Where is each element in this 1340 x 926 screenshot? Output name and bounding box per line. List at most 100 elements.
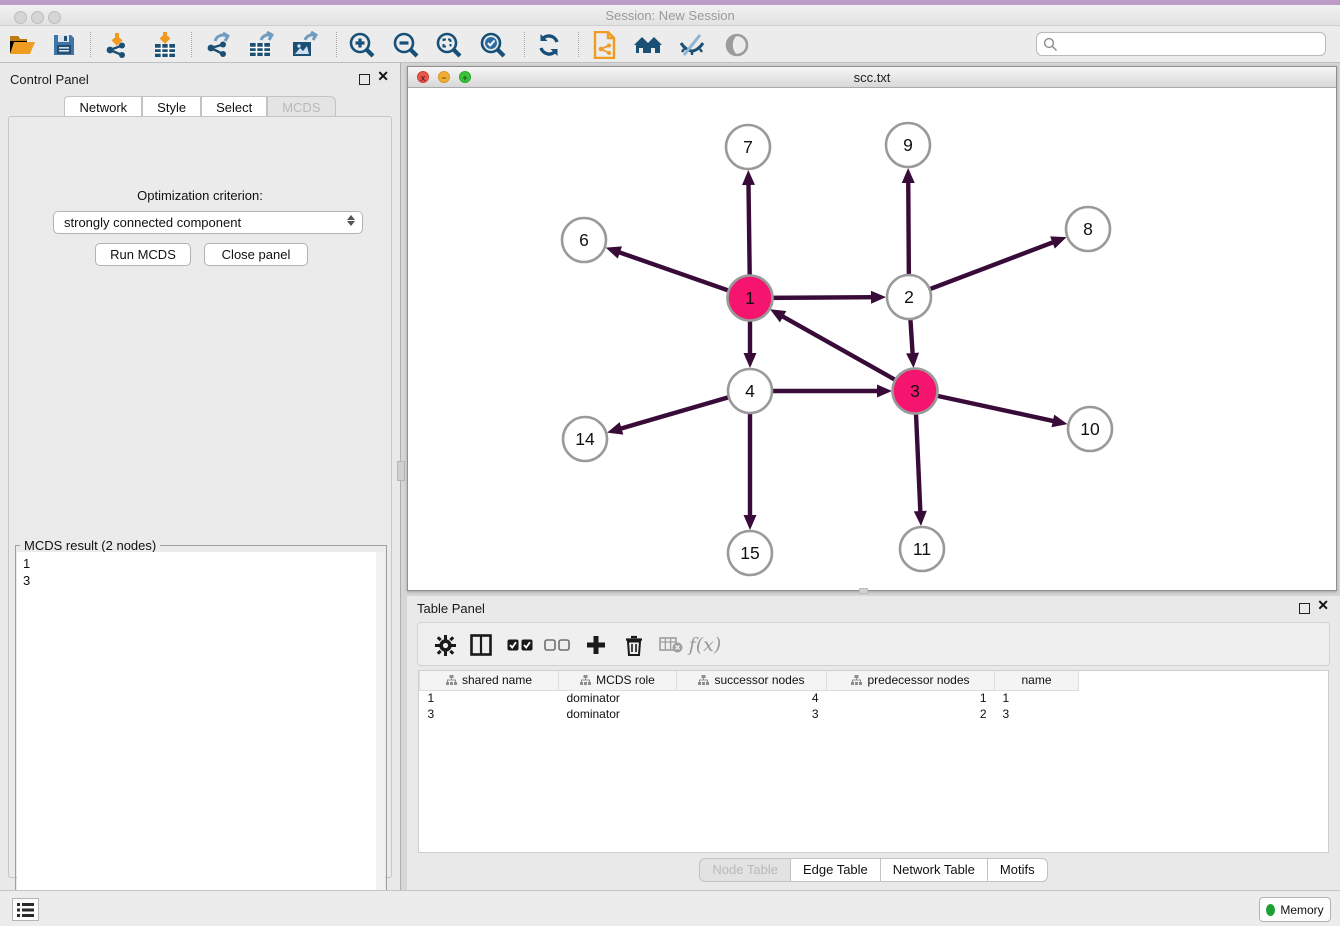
edge-arrowhead [1050, 236, 1066, 248]
node-table: shared nameMCDS rolesuccessor nodesprede… [418, 670, 1329, 853]
eye-disabled-icon[interactable] [720, 29, 754, 60]
task-history-button[interactable] [12, 898, 39, 921]
mcds-tab-content: Optimization criterion: strongly connect… [8, 116, 392, 878]
table-row[interactable]: 3dominator323 [420, 706, 1079, 722]
network-canvas[interactable]: 1234678910111415 [408, 89, 1336, 590]
graph-edge-2-8[interactable] [928, 241, 1056, 289]
table-cell[interactable]: 3 [995, 706, 1079, 722]
column-header-successor-nodes[interactable]: successor nodes [677, 671, 827, 690]
edge-arrowhead [906, 353, 919, 368]
hide-eye-icon[interactable] [675, 29, 709, 60]
graph-node-label: 14 [575, 429, 595, 449]
search-input[interactable] [1058, 34, 1325, 54]
close-panel-icon[interactable]: ✕ [377, 71, 389, 82]
table-cell[interactable]: 2 [827, 706, 995, 722]
column-header-shared-name[interactable]: shared name [420, 671, 559, 690]
graph-node-label: 10 [1080, 419, 1100, 439]
memory-status-icon [1266, 904, 1275, 916]
column-header-name[interactable]: name [995, 671, 1079, 690]
criterion-select[interactable]: strongly connected component [53, 211, 363, 234]
close-table-panel-icon[interactable]: ✕ [1317, 600, 1329, 611]
search-icon [1043, 37, 1058, 52]
hierarchy-icon [580, 675, 591, 685]
edge-arrowhead [744, 515, 757, 530]
close-panel-button[interactable]: Close panel [204, 243, 308, 266]
vertical-splitter-handle[interactable] [397, 461, 405, 481]
table-delete-icon[interactable] [656, 630, 686, 660]
tab-edge-table[interactable]: Edge Table [790, 858, 880, 882]
edge-arrowhead [877, 385, 892, 398]
function-icon[interactable]: f(x) [690, 630, 720, 660]
mcds-result-textarea[interactable]: 13 [17, 552, 385, 923]
export-network-icon[interactable] [202, 29, 236, 60]
table-cell[interactable]: 1 [827, 690, 995, 706]
table-cell[interactable]: dominator [559, 690, 677, 706]
tab-motifs[interactable]: Motifs [987, 858, 1048, 882]
gear-icon[interactable] [430, 630, 460, 660]
import-network-icon[interactable] [101, 29, 135, 60]
graph-edge-1-7[interactable] [748, 182, 749, 278]
graph-edge-2-3[interactable] [910, 317, 912, 356]
graph-edge-3-10[interactable] [935, 395, 1056, 421]
graph-edge-1-2[interactable] [770, 297, 874, 298]
table-toolbar: f(x) [417, 622, 1330, 666]
document-share-icon[interactable] [588, 29, 622, 60]
checked-boxes-icon[interactable] [505, 630, 535, 660]
save-session-icon[interactable] [47, 29, 81, 60]
column-header-MCDS-role[interactable]: MCDS role [559, 671, 677, 690]
unchecked-boxes-icon[interactable] [542, 630, 572, 660]
criterion-value: strongly connected component [64, 215, 241, 230]
open-session-icon[interactable] [5, 29, 39, 60]
graph-edge-3-11[interactable] [916, 411, 921, 514]
horizontal-splitter-handle[interactable] [859, 588, 868, 594]
result-scrollbar[interactable] [376, 552, 385, 923]
tab-network-table[interactable]: Network Table [880, 858, 987, 882]
graph-edge-2-9[interactable] [908, 180, 909, 277]
table-cell[interactable]: 3 [677, 706, 827, 722]
mcds-result-title: MCDS result (2 nodes) [20, 538, 160, 553]
mcds-result-group: MCDS result (2 nodes) 13 [15, 545, 387, 925]
graph-edge-3-1[interactable] [780, 315, 897, 381]
table-cell[interactable]: 4 [677, 690, 827, 706]
graph-node-label: 2 [904, 287, 914, 307]
columns-icon[interactable] [466, 630, 496, 660]
edge-arrowhead [902, 168, 915, 183]
plus-icon[interactable] [581, 630, 611, 660]
refresh-icon[interactable] [532, 29, 566, 60]
column-header-predecessor-nodes[interactable]: predecessor nodes [827, 671, 995, 690]
status-bar: Memory [0, 890, 1340, 926]
table-cell[interactable]: dominator [559, 706, 677, 722]
titlebar[interactable]: Session: New Session [0, 5, 1340, 26]
import-table-icon[interactable] [148, 29, 182, 60]
tab-node-table[interactable]: Node Table [699, 858, 790, 882]
zoom-out-icon[interactable] [389, 29, 423, 60]
houses-icon[interactable] [631, 29, 665, 60]
chevron-up-down-icon [347, 215, 355, 226]
zoom-selected-icon[interactable] [476, 29, 510, 60]
toolbar-separator [578, 32, 579, 57]
float-panel-icon[interactable] [359, 72, 370, 90]
graph-edge-4-14[interactable] [619, 397, 731, 430]
table-cell[interactable]: 1 [420, 690, 559, 706]
table-panel-title: Table Panel [417, 601, 485, 616]
table-cell[interactable]: 3 [420, 706, 559, 722]
trash-icon[interactable] [619, 630, 649, 660]
main-toolbar [0, 26, 1340, 63]
table-row[interactable]: 1dominator411 [420, 690, 1079, 706]
export-image-icon[interactable] [288, 29, 322, 60]
search-field[interactable] [1036, 32, 1326, 56]
graph-edge-1-6[interactable] [617, 252, 731, 292]
network-window-titlebar[interactable]: x − + scc.txt [408, 67, 1336, 88]
table-panel: Table Panel ✕ f(x) [407, 596, 1340, 890]
toolbar-separator [336, 32, 337, 57]
table-cell[interactable]: 1 [995, 690, 1079, 706]
zoom-fit-icon[interactable] [432, 29, 466, 60]
zoom-in-icon[interactable] [345, 29, 379, 60]
float-table-panel-icon[interactable] [1299, 601, 1310, 619]
export-table-icon[interactable] [245, 29, 279, 60]
memory-button[interactable]: Memory [1259, 897, 1331, 922]
run-mcds-button[interactable]: Run MCDS [95, 243, 191, 266]
hierarchy-icon [851, 675, 862, 685]
graph-node-label: 8 [1083, 219, 1093, 239]
memory-label: Memory [1280, 903, 1323, 917]
